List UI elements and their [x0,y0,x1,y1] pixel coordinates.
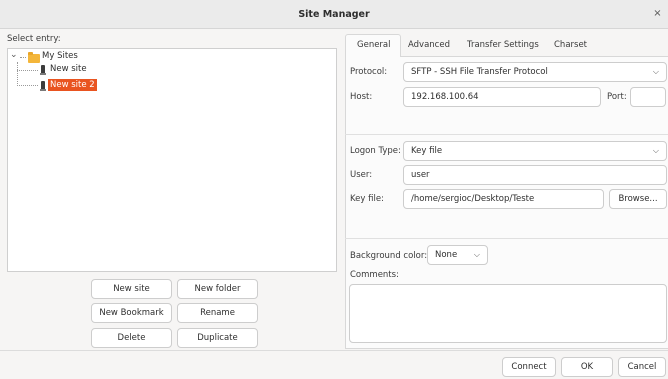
user-label: User: [350,170,373,180]
site-icon [40,81,46,91]
separator [345,238,668,239]
chevron-down-icon: ⌵ [473,250,480,259]
protocol-label: Protocol: [350,67,388,77]
new-bookmark-button[interactable]: New Bookmark [91,303,172,323]
cancel-button[interactable]: Cancel [618,357,666,377]
tab-transfer-settings[interactable]: Transfer Settings [467,40,539,50]
port-label: Port: [607,92,627,102]
host-input[interactable]: 192.168.100.64 [403,87,601,107]
logon-type-value: Key file [411,146,443,156]
tree-connector [17,62,18,86]
connect-button[interactable]: Connect [502,357,556,377]
comments-label: Comments: [350,270,399,280]
separator [345,134,668,135]
user-input[interactable]: user [403,165,667,185]
host-label: Host: [350,92,373,102]
duplicate-button[interactable]: Duplicate [177,328,258,348]
protocol-select[interactable]: SFTP - SSH File Transfer Protocol ⌵ [403,62,667,82]
window-title: Site Manager [298,9,370,20]
key-file-label: Key file: [350,194,384,204]
new-folder-button[interactable]: New folder [177,279,258,299]
tree-item-new-site[interactable]: New site [50,64,87,74]
close-icon[interactable]: × [651,8,664,21]
tree-expander-icon[interactable]: ⌄ [10,50,18,60]
select-entry-label: Select entry: [7,34,61,44]
comments-textarea[interactable] [349,284,667,343]
new-site-button[interactable]: New site [91,279,172,299]
tab-charset[interactable]: Charset [554,40,587,50]
ok-button[interactable]: OK [561,357,613,377]
port-input[interactable] [630,87,666,107]
logon-type-select[interactable]: Key file ⌵ [403,141,667,161]
tree-item-new-site-2[interactable]: New site 2 [48,79,97,91]
title-bar: Site Manager × [0,0,668,29]
tab-general[interactable]: General [357,40,391,50]
bg-color-label: Background color: [350,251,428,261]
tree-connector [17,85,38,86]
logon-type-label: Logon Type: [350,146,401,156]
tree-connector [20,57,26,58]
tree-connector [17,70,38,71]
chevron-down-icon: ⌵ [652,67,659,76]
bg-color-value: None [435,250,458,260]
rename-button[interactable]: Rename [177,303,258,323]
footer-separator [0,350,668,351]
site-icon [40,65,46,75]
protocol-value: SFTP - SSH File Transfer Protocol [411,67,548,77]
tree-root-my-sites[interactable]: My Sites [42,51,78,61]
folder-icon [28,52,40,63]
tab-advanced[interactable]: Advanced [408,40,450,50]
key-file-input[interactable]: /home/sergioc/Desktop/Teste [403,189,604,209]
bg-color-select[interactable]: None ⌵ [427,245,488,265]
chevron-down-icon: ⌵ [652,146,659,155]
browse-button[interactable]: Browse... [609,189,667,209]
delete-button[interactable]: Delete [91,328,172,348]
site-tree[interactable]: ⌄ My Sites New site New site 2 [7,48,337,272]
